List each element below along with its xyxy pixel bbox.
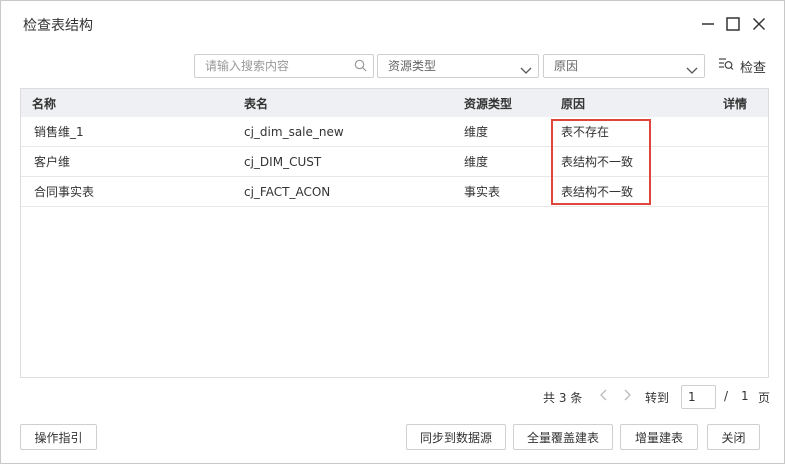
close-button[interactable]: 关闭 — [707, 424, 760, 450]
column-header-reason[interactable]: 原因 — [561, 89, 585, 117]
chevron-down-icon — [686, 61, 698, 83]
total-pages: 1 — [741, 389, 749, 403]
sync-to-datasource-button[interactable]: 同步到数据源 — [406, 424, 506, 450]
row-type: 维度 — [464, 125, 489, 139]
table-row[interactable]: 客户维 cj_DIM_CUST 维度 表结构不一致 — [21, 147, 768, 177]
search-box — [194, 54, 374, 78]
reason-select[interactable]: 原因 — [543, 54, 705, 78]
search-icon[interactable] — [354, 59, 367, 75]
table-row[interactable]: 销售维_1 cj_dim_sale_new 维度 表不存在 — [21, 117, 768, 147]
check-icon — [718, 57, 734, 75]
row-name: 合同事实表 — [34, 185, 95, 199]
table-header: 名称 表名 资源类型 原因 详情 — [21, 89, 768, 117]
row-type: 事实表 — [464, 185, 501, 199]
page-separator: / — [724, 389, 729, 403]
table-row[interactable]: 合同事实表 cj_FACT_ACON 事实表 表结构不一致 — [21, 177, 768, 207]
row-name: 销售维_1 — [34, 125, 84, 139]
column-header-detail[interactable]: 详情 — [723, 89, 747, 117]
guide-button[interactable]: 操作指引 — [20, 424, 97, 450]
reason-highlight-box — [551, 119, 651, 205]
column-header-table[interactable]: 表名 — [244, 89, 268, 117]
search-input[interactable] — [195, 55, 345, 77]
page-unit: 页 — [758, 391, 771, 405]
row-table: cj_DIM_CUST — [244, 154, 322, 169]
dialog-title: 检查表结构 — [23, 18, 93, 34]
check-button[interactable]: 检查 — [718, 56, 766, 76]
goto-label: 转到 — [645, 391, 670, 405]
resource-type-select-value: 资源类型 — [388, 59, 437, 73]
chevron-left-icon[interactable] — [599, 388, 609, 405]
row-type: 维度 — [464, 155, 489, 169]
reason-select-value: 原因 — [554, 59, 579, 73]
page-number-input[interactable] — [681, 385, 716, 409]
total-count: 共 3 条 — [543, 391, 583, 405]
pagination: 共 3 条 转到 / 1 页 — [1, 385, 784, 409]
chevron-down-icon — [520, 61, 532, 83]
maximize-icon[interactable] — [723, 14, 743, 34]
dialog-titlebar: 检查表结构 — [1, 1, 784, 47]
resource-type-select[interactable]: 资源类型 — [377, 54, 539, 78]
column-header-type[interactable]: 资源类型 — [464, 89, 512, 117]
row-table: cj_FACT_ACON — [244, 184, 331, 199]
column-header-name[interactable]: 名称 — [32, 89, 56, 117]
filter-toolbar: 资源类型 原因 检查 — [1, 54, 784, 78]
close-icon[interactable] — [749, 14, 769, 34]
full-rebuild-button[interactable]: 全量覆盖建表 — [513, 424, 613, 450]
minimize-icon[interactable] — [698, 14, 718, 34]
incremental-build-button[interactable]: 增量建表 — [620, 424, 698, 450]
row-table: cj_dim_sale_new — [244, 124, 344, 139]
result-table: 名称 表名 资源类型 原因 详情 销售维_1 cj_dim_sale_new 维… — [20, 88, 769, 378]
check-button-label: 检查 — [740, 60, 767, 76]
check-table-structure-dialog: 检查表结构 资源类型 原因 — [0, 0, 785, 464]
row-name: 客户维 — [34, 155, 71, 169]
chevron-right-icon[interactable] — [622, 388, 632, 405]
